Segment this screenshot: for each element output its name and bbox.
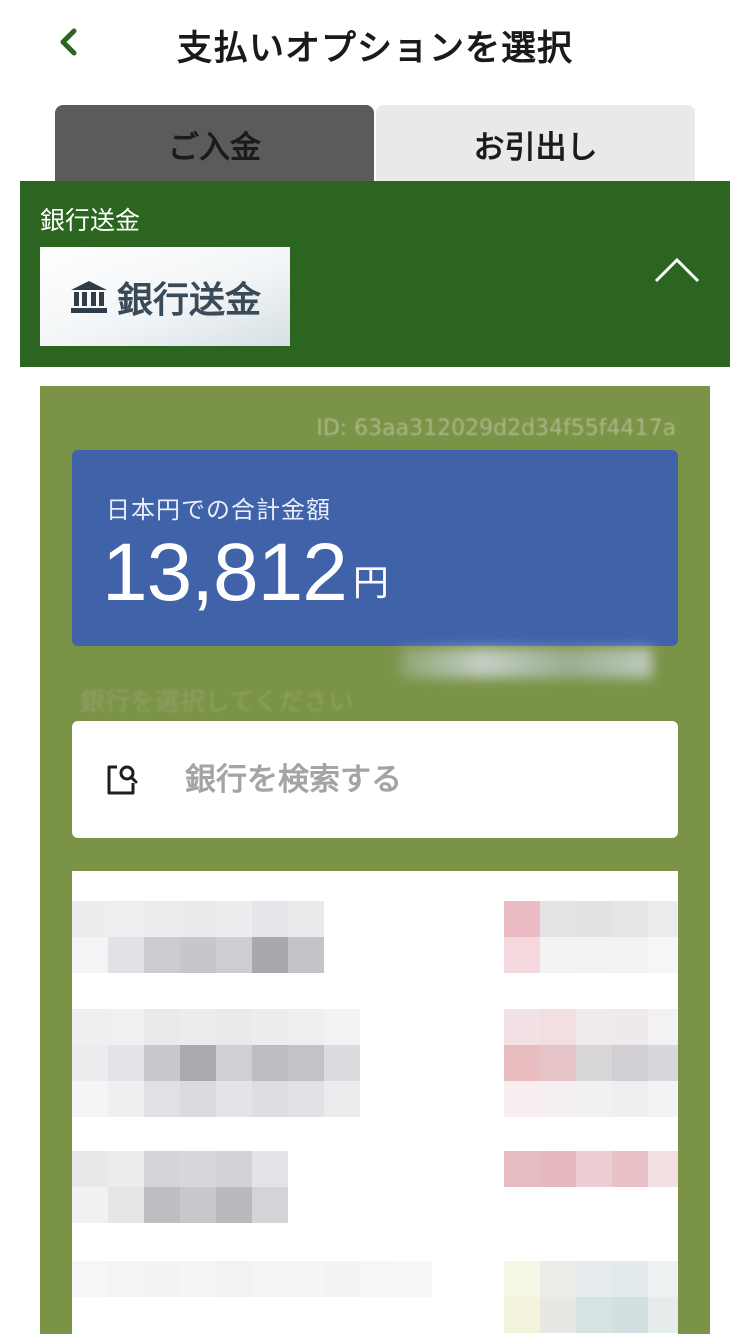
payment-method-panel: 銀行送金 銀行送金 [20,181,730,367]
bank-list-item[interactable] [72,1225,678,1334]
bank-search-box[interactable] [72,721,678,838]
amount-label: 日本円での合計金額 [106,496,331,524]
tab-bar: ご入金 お引出し [55,105,695,183]
redacted-bank-name [72,1151,288,1187]
bank-transfer-card-label: 銀行送金 [116,279,261,321]
redacted-bank-name [72,937,324,973]
bank-list-item[interactable] [72,1107,678,1225]
redacted-bank-detail [504,1261,678,1297]
amount-card: 日本円での合計金額 13,812 円 [72,450,678,678]
bank-list-item[interactable] [72,871,678,989]
collapse-button[interactable] [652,251,702,291]
chevron-up-icon [654,257,700,283]
bank-list [72,871,678,1334]
amount-value: 13,812 [102,527,348,618]
redacted-bank-detail [504,1045,678,1081]
deposit-content: ID: 63aa312029d2d34f55f4417a 日本円での合計金額 1… [40,386,710,1334]
redacted-bank-name [72,901,324,937]
bank-transfer-card[interactable]: 銀行送金 [40,247,290,346]
redacted-bank-name [72,1045,360,1081]
amount-row: 13,812 円 [102,532,389,614]
redacted-bank-detail [504,1297,678,1333]
redacted-bank-detail [504,1151,678,1187]
transaction-id: ID: 63aa312029d2d34f55f4417a [316,416,676,441]
bank-select-hint: 銀行を選択してください [80,687,354,716]
bank-search-input[interactable] [183,760,647,799]
redacted-bank-name [72,1009,360,1045]
bank-icon [70,280,107,313]
redacted-bank-detail [504,901,678,937]
header: 支払いオプションを選択 [0,0,750,90]
search-building-icon [107,765,138,794]
payment-method-label: 銀行送金 [40,206,141,235]
bank-list-item[interactable] [72,989,678,1117]
redacted-bank-name [72,1261,432,1297]
amount-unit: 円 [352,563,389,604]
redacted-bank-detail [504,1009,678,1045]
redacted-bank-detail [504,937,678,973]
tab-withdraw[interactable]: お引出し [376,105,695,183]
tab-deposit[interactable]: ご入金 [55,105,374,183]
redacted-detail [400,648,652,678]
redacted-bank-name [72,1187,288,1223]
page-title: 支払いオプションを選択 [176,29,573,69]
